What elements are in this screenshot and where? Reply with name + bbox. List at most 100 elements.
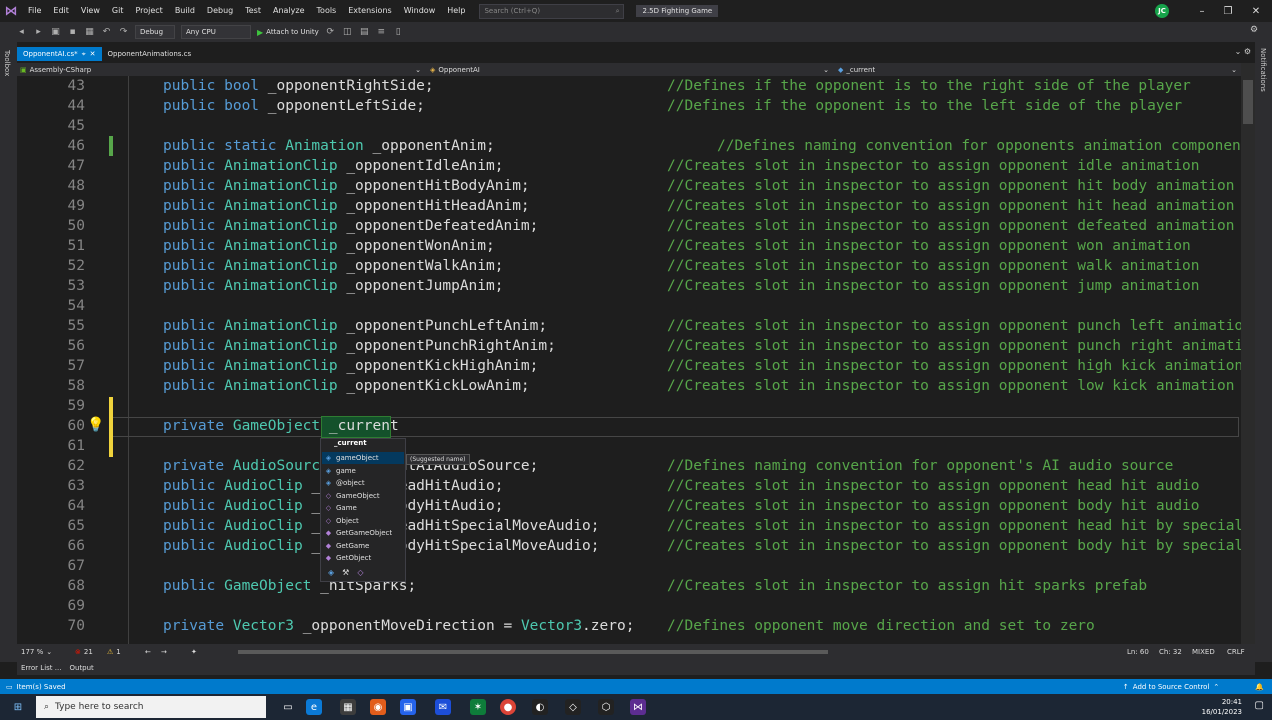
clock[interactable]: 20:41 16/01/2023 — [1202, 697, 1242, 717]
menu-item-test[interactable]: Test — [239, 0, 267, 22]
save-all-icon[interactable]: ▦ — [84, 27, 95, 37]
notification-bell-icon[interactable]: 🔔 — [1255, 683, 1264, 691]
tab-opponentanimations[interactable]: OpponentAnimations.cs — [102, 47, 198, 61]
completion-item[interactable]: ◇ GameObject — [322, 490, 404, 502]
restore-button[interactable]: ❐ — [1214, 0, 1242, 22]
menu-item-extensions[interactable]: Extensions — [342, 0, 397, 22]
warning-count[interactable]: ⚠ 1 — [107, 644, 121, 660]
forward-icon[interactable]: ▸ — [33, 27, 44, 37]
filter-keyword-icon[interactable]: ⚒ — [342, 568, 349, 580]
start-icon[interactable]: ⊞ — [10, 699, 26, 715]
search-input[interactable]: Search (Ctrl+Q) ⌕ — [479, 3, 625, 19]
add-to-source-control-button[interactable]: ↑ Add to Source Control ⌃ — [1123, 683, 1219, 691]
browser-icon[interactable]: ◫ — [342, 27, 353, 37]
completion-item[interactable]: ◇ Object — [322, 515, 404, 527]
menu-item-git[interactable]: Git — [106, 0, 130, 22]
whitespace-indicator[interactable]: MIXED — [1192, 644, 1215, 660]
vertical-scroll-thumb[interactable] — [1243, 80, 1253, 124]
close-button[interactable]: ✕ — [1242, 0, 1270, 22]
toolbox-tab[interactable]: Toolbox — [3, 50, 11, 76]
task-view-icon[interactable]: ▭ — [280, 699, 296, 715]
attach-to-unity-button[interactable]: ▶ Attach to Unity — [257, 28, 319, 37]
configuration-dropdown[interactable]: Debug — [135, 25, 175, 39]
notification-center-icon[interactable]: ▢ — [1255, 700, 1264, 711]
completion-item[interactable]: ◆ GetObject — [322, 552, 404, 564]
class-dropdown[interactable]: ◈ OpponentAI ⌄ — [427, 63, 833, 76]
taskbar-search-input[interactable]: ⌕ Type here to search — [36, 696, 266, 718]
completion-kind-icon: ◈ — [325, 466, 332, 475]
vertical-scrollbar[interactable] — [1241, 63, 1255, 644]
menu-item-build[interactable]: Build — [169, 0, 201, 22]
code-editor[interactable]: 💡 43 public bool _opponentRightSide;//Def… — [17, 76, 1241, 644]
explorer-icon[interactable]: ▦ — [340, 699, 356, 715]
line-number: 54 — [67, 298, 85, 314]
minimize-button[interactable]: – — [1188, 0, 1216, 22]
completion-item[interactable]: ◈ game — [322, 465, 404, 477]
tab-output[interactable]: Output — [69, 664, 93, 672]
error-count[interactable]: ⊗ 21 — [75, 644, 93, 660]
nav-forward-icon[interactable]: → — [161, 644, 167, 660]
completion-item[interactable]: ◇ Game — [322, 502, 404, 514]
cleanup-icon[interactable]: ✦ — [191, 644, 197, 660]
document-tabs: OpponentAI.cs* ⌖ ✕ OpponentAnimations.cs… — [17, 47, 1255, 61]
layout-icon[interactable]: ▤ — [359, 27, 370, 37]
menu-item-analyze[interactable]: Analyze — [267, 0, 311, 22]
code-line: 69 — [17, 596, 1241, 616]
filter-class-icon[interactable]: ◇ — [357, 568, 363, 580]
settings-icon[interactable]: ⚙ — [1250, 25, 1258, 35]
completion-item[interactable]: ◈ gameObject — [322, 452, 404, 464]
format-icon[interactable]: ≡ — [376, 27, 387, 37]
horizontal-scroll-thumb[interactable] — [238, 650, 828, 654]
line-ending-indicator[interactable]: CRLF — [1227, 644, 1245, 660]
completion-item[interactable]: ◈ @object — [322, 477, 404, 489]
redo-icon[interactable]: ↷ — [118, 27, 129, 37]
tab-opponentai[interactable]: OpponentAI.cs* ⌖ ✕ — [17, 47, 102, 61]
save-icon[interactable]: ▪ — [67, 27, 78, 37]
avatar[interactable]: JC — [1155, 4, 1169, 18]
bookmark-icon[interactable]: ▯ — [393, 27, 404, 37]
completion-item[interactable]: ◆ GetGameObject — [322, 527, 404, 539]
zoom-dropdown[interactable]: 177 % ⌄ — [21, 644, 52, 660]
menu-item-help[interactable]: Help — [441, 0, 471, 22]
filter-field-icon[interactable]: ◈ — [328, 568, 334, 580]
menu-item-view[interactable]: View — [75, 0, 106, 22]
tab-list-dropdown-icon[interactable]: ⌄ ⚙ — [1235, 47, 1251, 56]
firefox-icon[interactable]: ◉ — [370, 699, 386, 715]
menu-item-debug[interactable]: Debug — [201, 0, 239, 22]
line-indicator: Ln: 60 — [1127, 648, 1149, 656]
menu-item-edit[interactable]: Edit — [47, 0, 75, 22]
edge-icon[interactable]: e — [306, 699, 322, 715]
code-line: 51 public AnimationClip _opponentWonAnim;… — [17, 236, 1241, 256]
undo-icon[interactable]: ↶ — [101, 27, 112, 37]
code-line: 46 public static Animation _opponentAnim;… — [17, 136, 1241, 156]
unity-icon[interactable]: ⬡ — [598, 699, 614, 715]
app-icon[interactable]: ✶ — [470, 699, 486, 715]
mail-icon[interactable]: ✉ — [435, 699, 451, 715]
menu-item-window[interactable]: Window — [398, 0, 442, 22]
pin-icon[interactable]: ⌖ — [82, 50, 86, 59]
member-dropdown[interactable]: ◆ _current ⌄ — [835, 63, 1241, 76]
menu-item-project[interactable]: Project — [129, 0, 168, 22]
chrome-icon[interactable]: ● — [500, 699, 516, 715]
project-dropdown[interactable]: ▣ Assembly-CSharp ⌄ — [17, 63, 425, 76]
unity-hub-icon[interactable]: ◇ — [565, 699, 581, 715]
suggested-name-tag: (Suggested name) — [406, 454, 470, 465]
back-icon[interactable]: ◂ — [16, 27, 27, 37]
nav-back-icon[interactable]: ← — [145, 644, 151, 660]
code-token: GameObject — [224, 578, 321, 594]
tab-error-list[interactable]: Error List ... — [21, 664, 61, 672]
code-line: 44 public bool _opponentLeftSide; //Define… — [17, 96, 1241, 116]
notifications-tab[interactable]: Notifications — [1259, 48, 1267, 92]
completion-item[interactable]: ◆ GetGame — [322, 540, 404, 552]
new-file-icon[interactable]: ▣ — [50, 27, 61, 37]
github-desktop-icon[interactable]: ◐ — [532, 699, 548, 715]
code-token: public — [163, 478, 225, 494]
error-value: 21 — [83, 648, 93, 656]
hot-reload-icon[interactable]: ⟳ — [325, 27, 336, 37]
store-icon[interactable]: ▣ — [400, 699, 416, 715]
menu-item-tools[interactable]: Tools — [311, 0, 343, 22]
platform-dropdown[interactable]: Any CPU — [181, 25, 251, 39]
visual-studio-taskbar-icon[interactable]: ⋈ — [630, 699, 646, 715]
close-icon[interactable]: ✕ — [90, 50, 96, 58]
menu-item-file[interactable]: File — [22, 0, 47, 22]
